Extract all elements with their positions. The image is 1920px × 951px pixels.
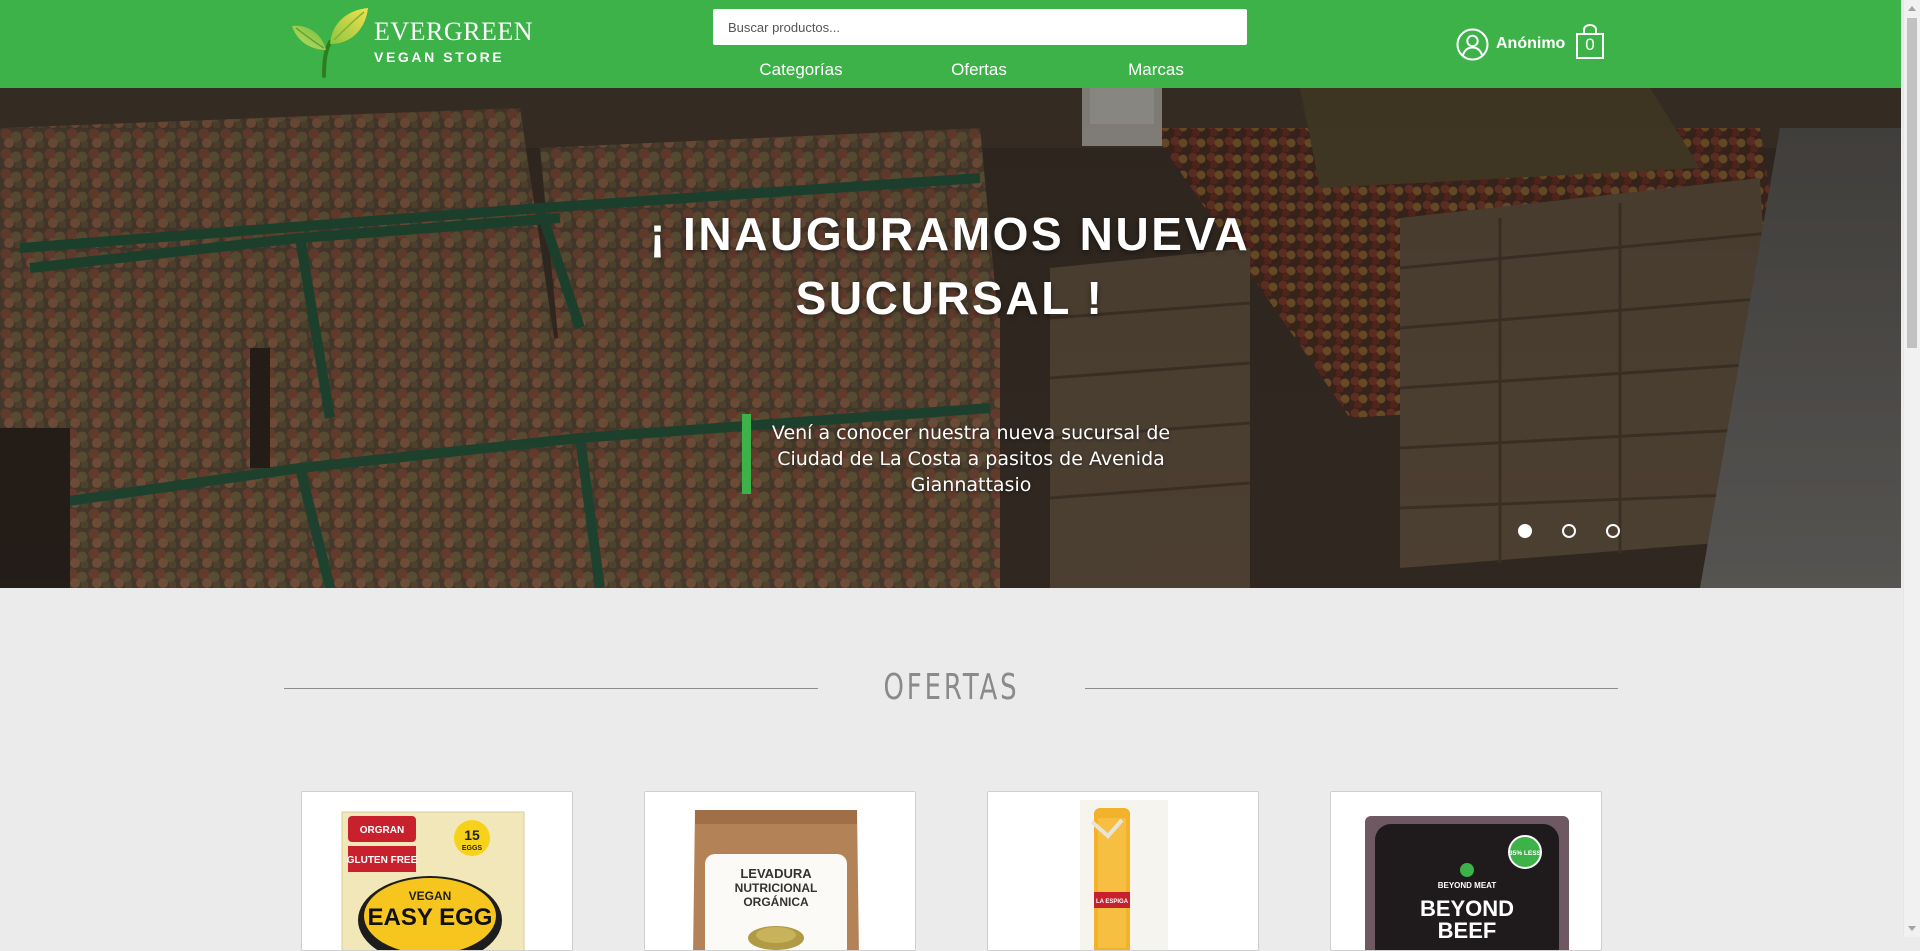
site-header: EVERGREEN VEGAN STORE Categorías Ofertas… bbox=[0, 0, 1901, 88]
hero-title: ¡ INAUGURAMOS NUEVA SUCURSAL ! bbox=[649, 208, 1251, 324]
slider-dot-1[interactable] bbox=[1518, 524, 1532, 538]
cart-button[interactable]: 0 bbox=[1575, 24, 1605, 60]
user-circle-icon bbox=[1456, 28, 1489, 60]
package-gluten-free-text: GLUTEN FREE bbox=[347, 855, 418, 866]
slider-dot-2[interactable] bbox=[1562, 524, 1576, 538]
user-account-link[interactable]: Anónimo bbox=[1456, 27, 1565, 61]
product-image-beyond-beef: BEYOND MEAT 35% LESS BEYOND BEEF bbox=[1365, 816, 1569, 950]
package-brand-text: ORGRAN bbox=[360, 825, 404, 836]
logo-title: EVERGREEN bbox=[374, 17, 534, 46]
scroll-up-arrow-icon[interactable] bbox=[1908, 6, 1916, 11]
hero-quote: Vení a conocer nuestra nueva sucursal de… bbox=[742, 414, 1170, 496]
product-card[interactable]: LA ESPIGA bbox=[987, 791, 1259, 951]
product-image-bread: LA ESPIGA bbox=[1080, 800, 1168, 950]
scrollbar-thumb[interactable] bbox=[1907, 18, 1917, 348]
package-count-text: 15 bbox=[464, 827, 480, 843]
package-nutricional-text: NUTRICIONAL bbox=[735, 881, 818, 895]
nav-link-categorias[interactable]: Categorías bbox=[711, 58, 891, 82]
nav-link-marcas[interactable]: Marcas bbox=[1066, 58, 1246, 82]
search-input[interactable] bbox=[713, 9, 1247, 45]
package-label-text: LA ESPIGA bbox=[1096, 899, 1129, 905]
offers-section-header: OFERTAS bbox=[284, 666, 1618, 710]
product-image-easy-egg: ORGRAN GLUTEN FREE 15 EGGS VEGAN EASY EG… bbox=[341, 811, 525, 950]
product-card[interactable]: ORGRAN GLUTEN FREE 15 EGGS VEGAN EASY EG… bbox=[301, 791, 573, 951]
product-image-levadura: LEVADURA NUTRICIONAL ORGÁNICA bbox=[693, 810, 859, 950]
package-levadura-text: LEVADURA bbox=[740, 866, 812, 881]
offers-section-title: OFERTAS bbox=[883, 667, 1020, 708]
package-easy-egg-text: EASY EGG bbox=[368, 904, 493, 931]
package-organica-text: ORGÁNICA bbox=[743, 894, 809, 909]
product-card[interactable]: LEVADURA NUTRICIONAL ORGÁNICA bbox=[644, 791, 916, 951]
slider-dot-3[interactable] bbox=[1606, 524, 1620, 538]
slider-dots bbox=[1518, 524, 1650, 540]
scroll-down-arrow-icon[interactable] bbox=[1908, 926, 1916, 931]
package-beef-text: BEEF bbox=[1438, 918, 1497, 943]
package-badge-text: 35% LESS bbox=[1509, 850, 1541, 857]
package-brand-text: BEYOND MEAT bbox=[1438, 881, 1497, 890]
hero-background-image bbox=[0, 88, 1901, 588]
section-divider-right bbox=[1085, 688, 1618, 689]
hero-slider: ¡ INAUGURAMOS NUEVA SUCURSAL ! Vení a co… bbox=[0, 88, 1901, 588]
nav-link-ofertas[interactable]: Ofertas bbox=[889, 58, 1069, 82]
package-vegan-text: VEGAN bbox=[409, 889, 452, 903]
package-count-unit-text: EGGS bbox=[462, 845, 483, 852]
user-name: Anónimo bbox=[1496, 35, 1566, 52]
page-scrollbar[interactable] bbox=[1903, 0, 1920, 937]
product-card[interactable]: BEYOND MEAT 35% LESS BEYOND BEEF bbox=[1330, 791, 1602, 951]
hero-subtitle: Vení a conocer nuestra nueva sucursal de… bbox=[771, 422, 1171, 496]
cart-count-badge: 0 bbox=[1585, 35, 1595, 54]
section-divider-left bbox=[284, 688, 818, 689]
main-nav: Categorías Ofertas Marcas bbox=[0, 58, 1901, 82]
